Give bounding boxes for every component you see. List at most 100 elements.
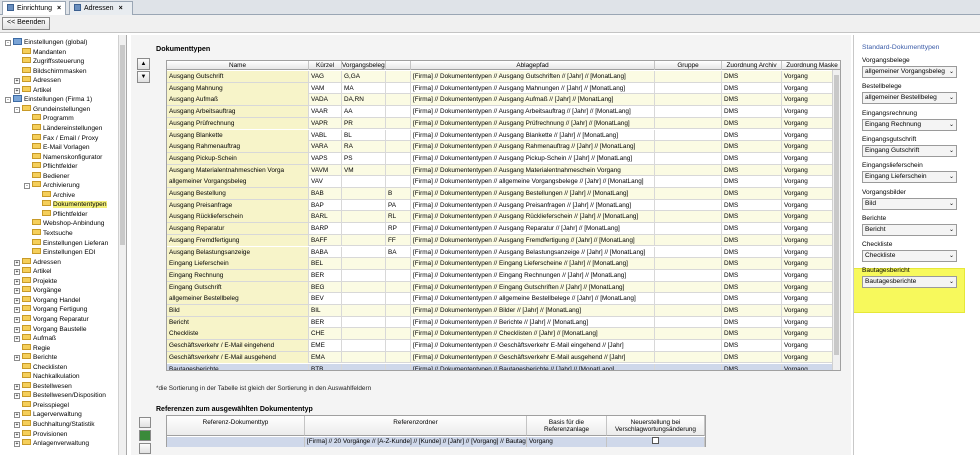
table-cell[interactable] [655,363,722,370]
table-cell[interactable]: BA [386,246,411,258]
table-row[interactable]: Bautagesberichte BTB [Firma] // Dokumenten… [167,363,840,370]
table-cell[interactable] [342,340,386,352]
table-cell[interactable]: Ausgang Bestellung [167,188,309,199]
table-row[interactable]: Ausgang Rahmenauftrag VARA RA [Firma] // Do… [167,141,840,153]
table-cell[interactable]: DMS [722,234,782,246]
expand-icon[interactable]: + [14,87,20,94]
table-cell[interactable]: VAPR [309,117,342,129]
table-row[interactable]: Ausgang Aufmaß VADA DA,RN [Firma] // Dokume… [167,94,840,107]
checkbox[interactable] [652,437,659,444]
table-cell[interactable]: Ausgang Rücklieferschein [167,211,309,223]
tree-item[interactable]: Webshop-Anbindung [24,219,104,228]
column-header[interactable]: Zuordnung Maske [782,61,840,70]
tree-item[interactable]: - Einstellungen (Firma 1) [5,95,92,104]
back-button[interactable]: << Beenden [2,17,51,30]
column-header[interactable]: Kürzel [309,61,342,70]
expand-icon[interactable]: + [14,78,20,85]
save-icon[interactable] [139,430,151,441]
table-cell[interactable]: Checkliste [167,328,309,340]
table-cell[interactable] [342,199,386,211]
table-row[interactable]: Checkliste CHE [Firma] // Dokumententypen … [167,328,840,341]
table-cell[interactable] [386,305,411,316]
table-cell[interactable] [655,71,722,82]
tree-item[interactable]: Einstellungen EDI [24,248,95,257]
table-cell[interactable] [655,129,722,141]
table-cell[interactable]: DMS [722,258,782,270]
table-cell[interactable]: Ausgang Belastungsanzeige [167,246,309,258]
table-cell[interactable]: VAAR [309,106,342,118]
table-cell[interactable] [386,340,411,352]
tree-item[interactable]: - Grundeinstellungen [14,104,90,114]
table-cell[interactable] [386,71,411,82]
table-cell[interactable]: Eingang Rechnung [167,269,309,281]
tree-item[interactable]: + Bestellwesen/Disposition [14,391,106,400]
table-cell[interactable]: DMS [722,246,782,258]
chevron-down-icon[interactable]: ⌄ [949,67,954,77]
table-cell[interactable] [655,199,722,211]
table-cell[interactable] [655,223,722,235]
table-cell[interactable]: Eingang Lieferschein [167,258,309,270]
table-cell[interactable] [342,269,386,281]
tree-item[interactable]: Regie [14,343,50,353]
expand-icon[interactable]: + [14,422,20,428]
table-cell[interactable]: [Firma] // Dokumententypen // Ausgang Ma… [411,82,655,94]
table-cell[interactable]: [Firma] // Dokumententypen // Berichte /… [411,316,655,328]
table-cell[interactable]: DMS [722,164,782,176]
table-cell[interactable]: Bautagesberichte [167,363,309,370]
table-cell[interactable]: Ausgang Materialentnahmeschien Vorga [167,164,309,176]
table-cell[interactable]: Ausgang Gutschrift [167,71,309,82]
table-cell[interactable]: EMA [309,351,342,363]
table-cell[interactable]: VABL [309,129,342,141]
ref-col-ordner[interactable]: Referenzordner [305,416,527,436]
collapse-icon[interactable]: - [5,97,11,104]
table-cell[interactable] [386,258,411,270]
tree-item[interactable]: + Provisionen [14,429,67,439]
table-cell[interactable]: MA [342,82,386,94]
table-cell[interactable]: BEL [309,258,342,270]
table-cell[interactable]: BARL [309,211,342,223]
tree-item[interactable]: Bediener [24,171,69,181]
tree-item[interactable]: + Vorgang Reparatur [14,314,89,324]
tree-item[interactable]: + Adressen [14,76,61,85]
table-cell[interactable]: VADA [309,94,342,106]
table-cell[interactable]: Ausgang Fremdfertigung [167,234,309,246]
table-row[interactable]: allgemeiner Vorgangsbeleg VAV [Firma] // D… [167,176,840,188]
table-cell[interactable]: [Firma] // Dokumententypen // Ausgang Pr… [411,117,655,129]
table-cell[interactable]: [Firma] // Dokumententypen // Ausgang Rü… [411,211,655,223]
table-cell[interactable] [655,281,722,293]
table-cell[interactable]: DMS [722,305,782,316]
table-cell[interactable] [655,211,722,223]
table-cell[interactable]: BAFF [309,234,342,246]
table-cell[interactable]: [Firma] // Dokumententypen // Geschäftsv… [411,340,655,352]
table-row[interactable]: Ausgang Preisanfrage BAP PA [Firma] // Doku… [167,199,840,212]
table-cell[interactable]: BEV [309,293,342,305]
table-cell[interactable]: EME [309,340,342,352]
tree-item[interactable]: + Aufmaß [14,334,56,343]
table-cell[interactable]: [Firma] // Dokumententypen // Eingang Li… [411,258,655,270]
table-cell[interactable]: RP [386,223,411,235]
table-cell[interactable] [655,234,722,246]
table-cell[interactable]: PS [342,152,386,164]
table-cell[interactable]: [Firma] // Dokumententypen // Bilder // … [411,305,655,316]
table-row[interactable]: Eingang Rechnung BER [Firma] // Dokumenten… [167,269,840,282]
table-cell[interactable] [386,141,411,153]
table-cell[interactable]: DMS [722,141,782,153]
table-row[interactable]: Bericht BER [Firma] // Dokumententypen // … [167,316,840,329]
table-cell[interactable] [655,117,722,129]
table-cell[interactable] [386,293,411,305]
table-cell[interactable]: allgemeiner Vorgangsbeleg [167,176,309,188]
table-cell[interactable]: Ausgang Mahnung [167,82,309,94]
expand-icon[interactable]: + [14,288,20,295]
table-cell[interactable]: allgemeiner Bestellbeleg [167,293,309,305]
table-cell[interactable] [342,293,386,305]
table-cell[interactable]: BL [342,129,386,141]
table-cell[interactable]: PA [386,199,411,211]
table-cell[interactable]: Ausgang Reparatur [167,223,309,235]
table-cell[interactable] [386,152,411,164]
table-cell[interactable] [386,363,411,370]
table-cell[interactable]: Ausgang Pickup-Schein [167,152,309,164]
table-cell[interactable]: DMS [722,71,782,82]
table-cell[interactable]: [Firma] // Dokumententypen // allgemeine… [411,293,655,305]
table-cell[interactable]: DMS [722,117,782,129]
collapse-icon[interactable]: - [24,183,30,190]
